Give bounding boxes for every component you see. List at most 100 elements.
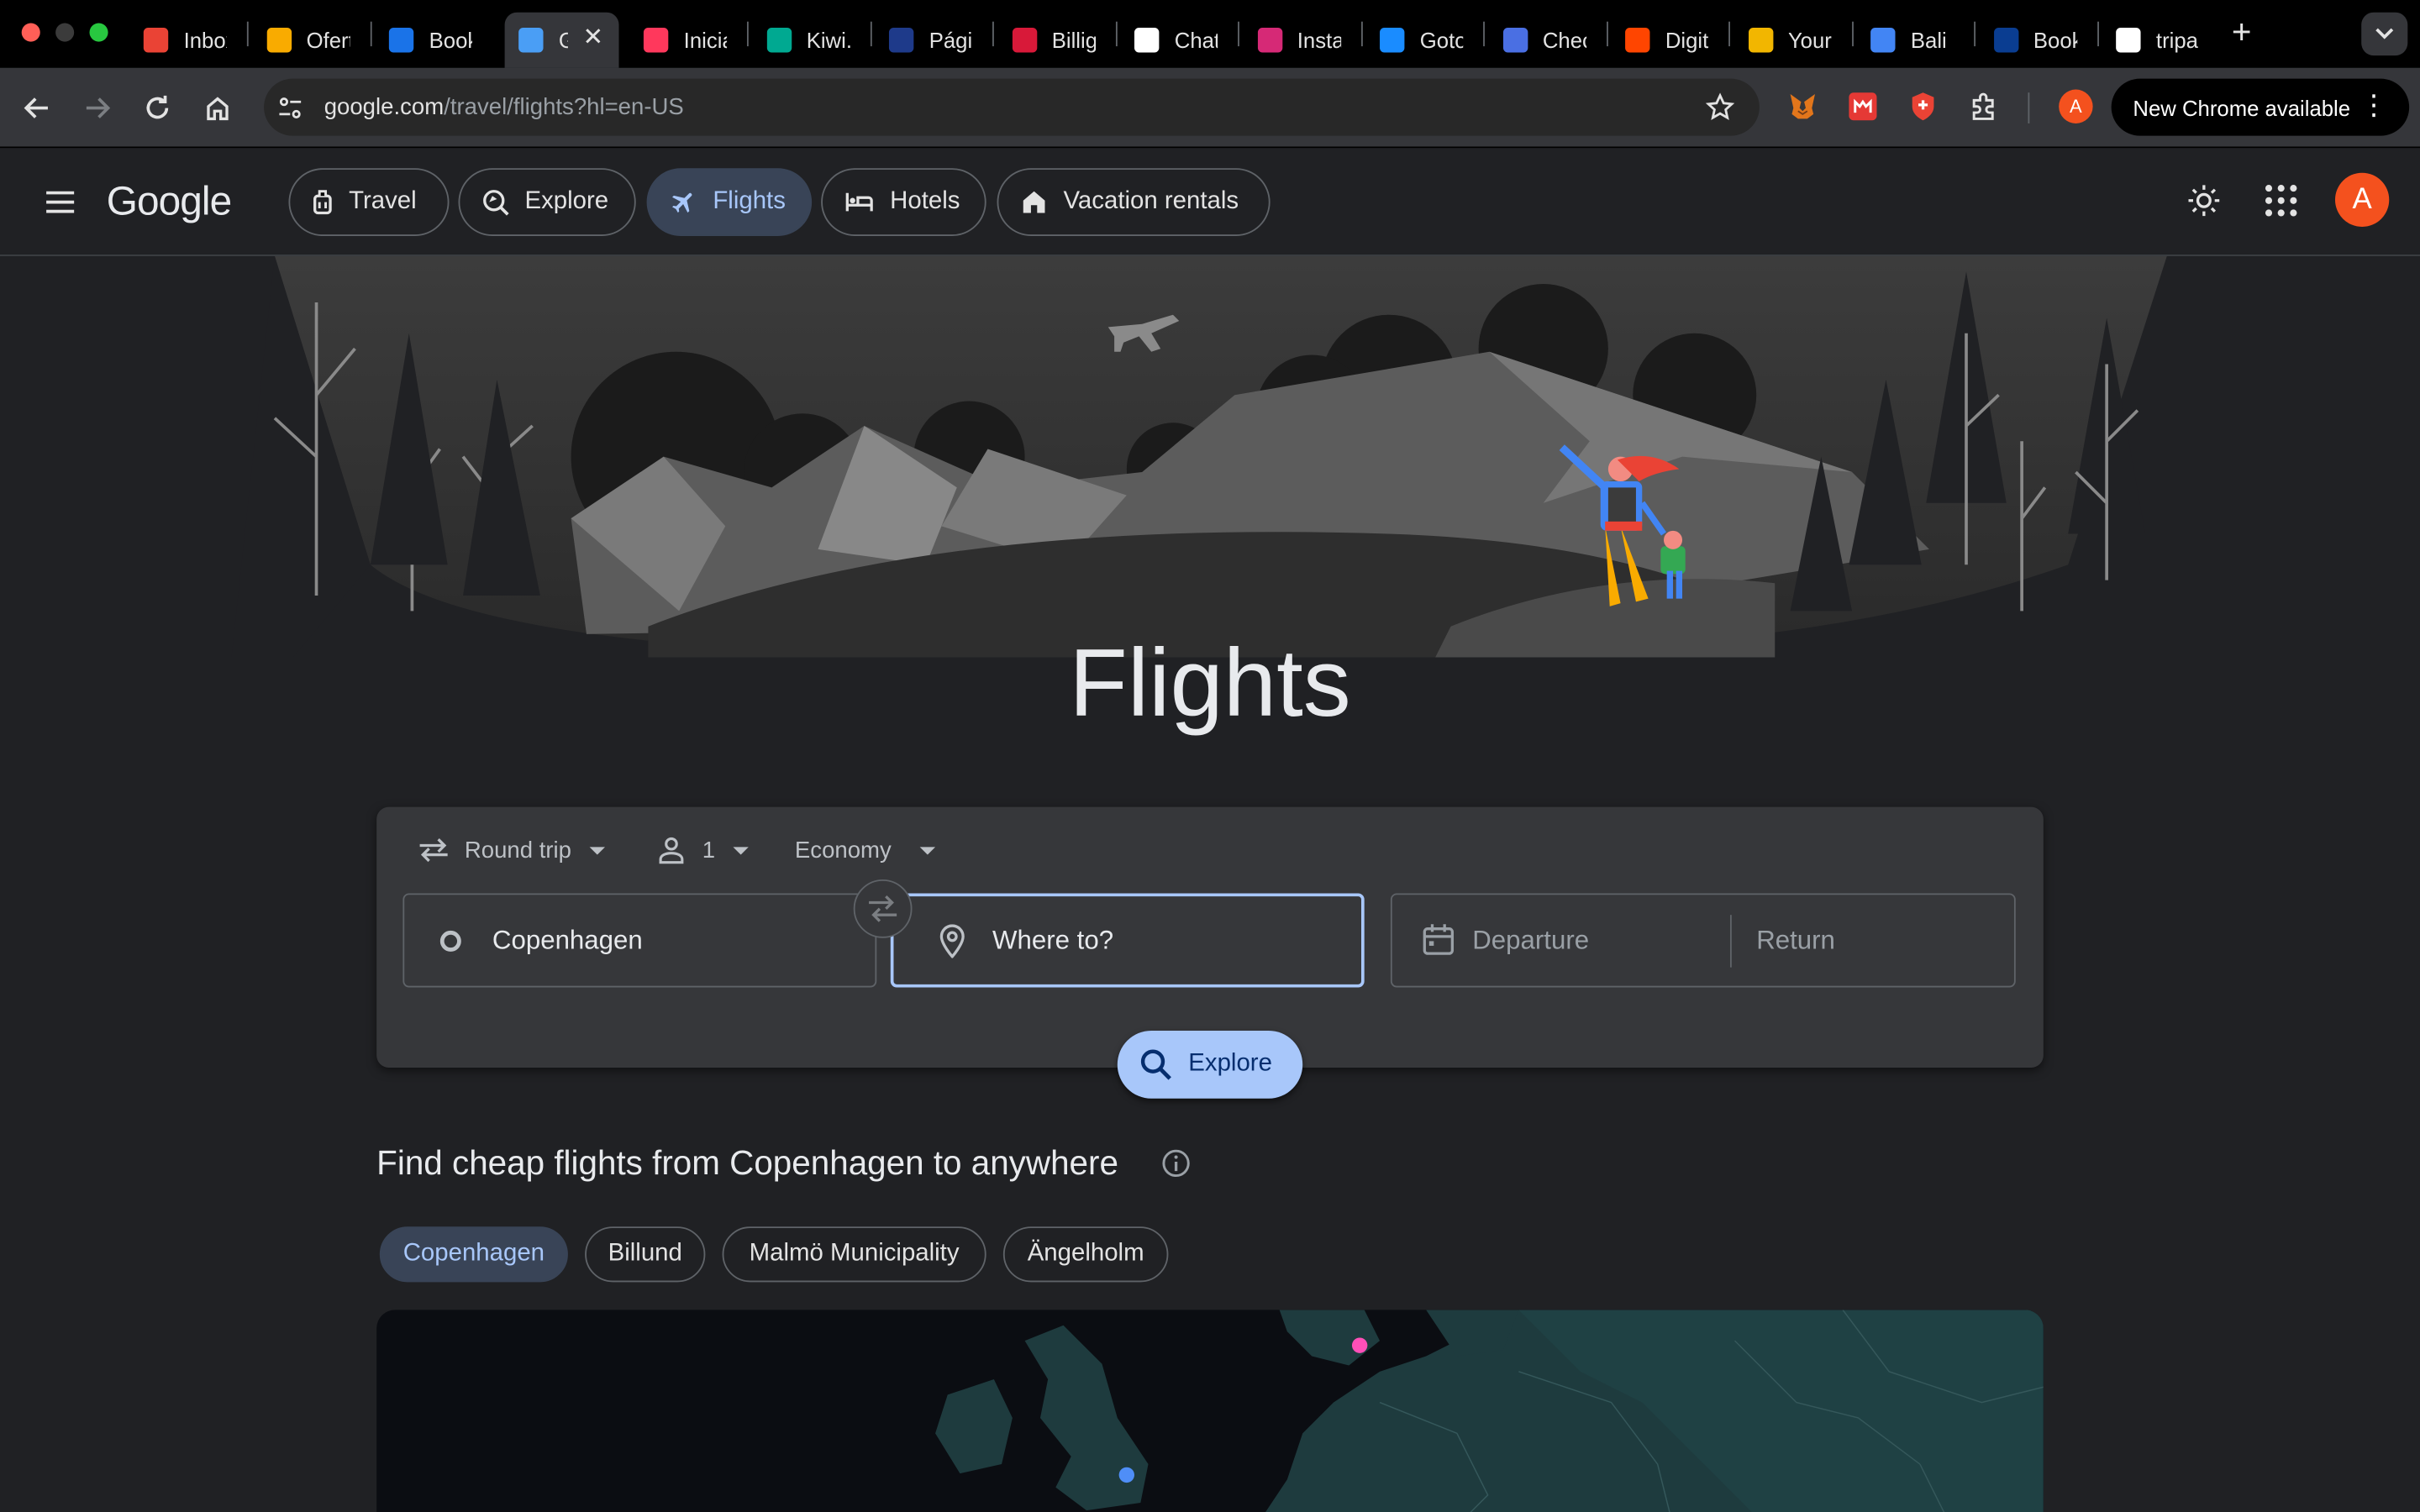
city-chip-label: Billund — [608, 1240, 682, 1267]
browser-tab[interactable]: ChatGPT — [1120, 13, 1231, 68]
red-extension-icon[interactable] — [1844, 88, 1881, 125]
forward-button[interactable] — [79, 90, 116, 127]
browser-tab[interactable]: Ofertas — [252, 13, 363, 68]
city-chip-copenhagen[interactable]: Copenhagen — [379, 1226, 568, 1283]
docs-icon — [1870, 28, 1896, 53]
map-canvas — [935, 1310, 2044, 1512]
hamburger-menu-icon[interactable] — [43, 185, 76, 218]
metamask-extension-icon[interactable] — [1784, 88, 1821, 125]
browser-tab[interactable]: Bali — [1857, 13, 1968, 68]
browser-window: Inbox Ofertas Booking Google Flights ✕ Inicia… — [0, 0, 2420, 1512]
browser-tab[interactable]: Digit — [1612, 13, 1723, 68]
passengers-select[interactable]: 1 — [657, 833, 750, 867]
trip-type-select[interactable]: Round trip — [418, 833, 606, 867]
tab-title: Gotogate — [1419, 28, 1464, 53]
address-bar[interactable]: google.com/travel/flights?hl=en-US — [264, 78, 1760, 136]
nav-travel-label: Travel — [349, 188, 417, 215]
tab-separator — [369, 21, 371, 47]
destination-field[interactable]: Where to? — [890, 893, 1365, 988]
tab-separator — [1974, 21, 1976, 47]
tab-title: Booking — [429, 28, 472, 53]
city-chip-malmo[interactable]: Malmö Municipality — [722, 1226, 986, 1283]
reload-button[interactable] — [139, 90, 176, 127]
tab-title: Bali — [1910, 28, 1947, 53]
toolbar-divider — [2028, 92, 2030, 123]
date-divider — [1729, 915, 1732, 968]
google-icon — [2116, 28, 2141, 53]
ofertas-icon — [266, 28, 292, 53]
browser-toolbar: google.com/travel/flights?hl=en-US A New… — [0, 67, 2420, 149]
google-apps-icon[interactable] — [2263, 182, 2300, 219]
nav-explore-label: Explore — [524, 188, 609, 215]
browser-tab[interactable]: Kiwi.com — [752, 13, 863, 68]
google-logo[interactable]: Google — [107, 177, 232, 225]
city-chip-angelholm[interactable]: Ängelholm — [1002, 1226, 1169, 1283]
browser-tab[interactable]: Your — [1734, 13, 1845, 68]
theme-toggle-icon[interactable] — [2187, 184, 2221, 218]
tab-separator — [1115, 21, 1117, 47]
departure-placeholder[interactable]: Departure — [1472, 926, 1589, 957]
city-chip-billund[interactable]: Billund — [585, 1226, 706, 1283]
norwegian-icon — [1011, 28, 1037, 53]
tab-search-button[interactable] — [2361, 12, 2408, 56]
cabin-class-select[interactable]: Economy — [795, 833, 935, 867]
browser-tab[interactable]: Página — [875, 13, 986, 68]
browser-tab[interactable]: Gotogate — [1366, 13, 1477, 68]
destination-placeholder: Where to? — [992, 926, 1114, 955]
tab-title: Book — [2033, 28, 2076, 53]
extensions-puzzle-icon[interactable] — [1966, 88, 2003, 125]
browser-tab[interactable]: Iniciar — [629, 13, 740, 68]
tab-title: Ofertas — [306, 28, 350, 53]
profile-avatar[interactable]: A — [2057, 88, 2094, 125]
check-icon — [1502, 28, 1528, 53]
vueling-icon — [888, 28, 914, 53]
nav-explore[interactable]: Explore — [458, 168, 636, 237]
close-window-button[interactable] — [21, 23, 40, 42]
shield-extension-icon[interactable] — [1905, 88, 1942, 125]
person-icon — [659, 837, 684, 864]
destinations-map[interactable] — [376, 1310, 2044, 1512]
nav-vacation-rentals[interactable]: Vacation rentals — [997, 168, 1270, 237]
close-tab-icon[interactable]: ✕ — [583, 25, 604, 50]
new-tab-button[interactable]: + — [2232, 14, 2252, 49]
tab-title: Iniciar — [683, 28, 727, 53]
booking-icon — [388, 28, 414, 53]
browser-tab[interactable]: Book — [1980, 13, 2091, 68]
new-chrome-available-button[interactable]: New Chrome available ⋮ — [2111, 78, 2410, 136]
home-button[interactable] — [199, 90, 236, 127]
tab-separator — [1606, 21, 1607, 47]
nav-flights[interactable]: Flights — [646, 168, 813, 237]
gmail-icon — [143, 28, 169, 53]
minimize-window-button[interactable] — [55, 23, 75, 42]
tab-title: Digit — [1665, 28, 1709, 53]
browser-tab[interactable]: Instagram — [1243, 13, 1354, 68]
swap-locations-button[interactable] — [853, 879, 913, 938]
nav-hotels[interactable]: Hotels — [821, 168, 986, 237]
browser-tab[interactable]: Check — [1489, 13, 1600, 68]
nav-travel[interactable]: Travel — [288, 168, 450, 237]
return-placeholder[interactable]: Return — [1756, 926, 1835, 957]
info-icon[interactable] — [1160, 1148, 1192, 1179]
calendar-icon — [1423, 924, 1455, 955]
account-avatar[interactable]: A — [2334, 172, 2390, 228]
nav-vacation-rentals-label: Vacation rentals — [1063, 188, 1239, 215]
browser-tab[interactable]: Google Flights ✕ — [504, 12, 619, 68]
tab-title: Instagram — [1297, 28, 1340, 53]
back-button[interactable] — [18, 90, 55, 127]
tab-title: Billig — [1051, 28, 1096, 53]
browser-tab[interactable]: Billig — [997, 13, 1108, 68]
origin-field[interactable]: Copenhagen — [402, 893, 877, 988]
browser-tab[interactable]: tripa — [2102, 13, 2213, 68]
city-chip-label: Copenhagen — [402, 1240, 545, 1267]
caret-down-icon — [918, 846, 935, 854]
bookmark-star-icon[interactable] — [1705, 92, 1735, 122]
maximize-window-button[interactable] — [89, 23, 108, 42]
tab-separator — [2096, 21, 2099, 47]
city-chip-label: Ängelholm — [1027, 1240, 1144, 1267]
date-field[interactable]: Departure Return — [1390, 893, 2016, 988]
explore-search-button[interactable]: Explore — [1117, 1030, 1303, 1099]
london-map-marker — [1118, 1467, 1135, 1483]
swap-arrows-icon — [419, 838, 448, 863]
browser-tab[interactable]: Inbox — [129, 13, 240, 68]
browser-tab[interactable]: Booking — [375, 13, 486, 68]
